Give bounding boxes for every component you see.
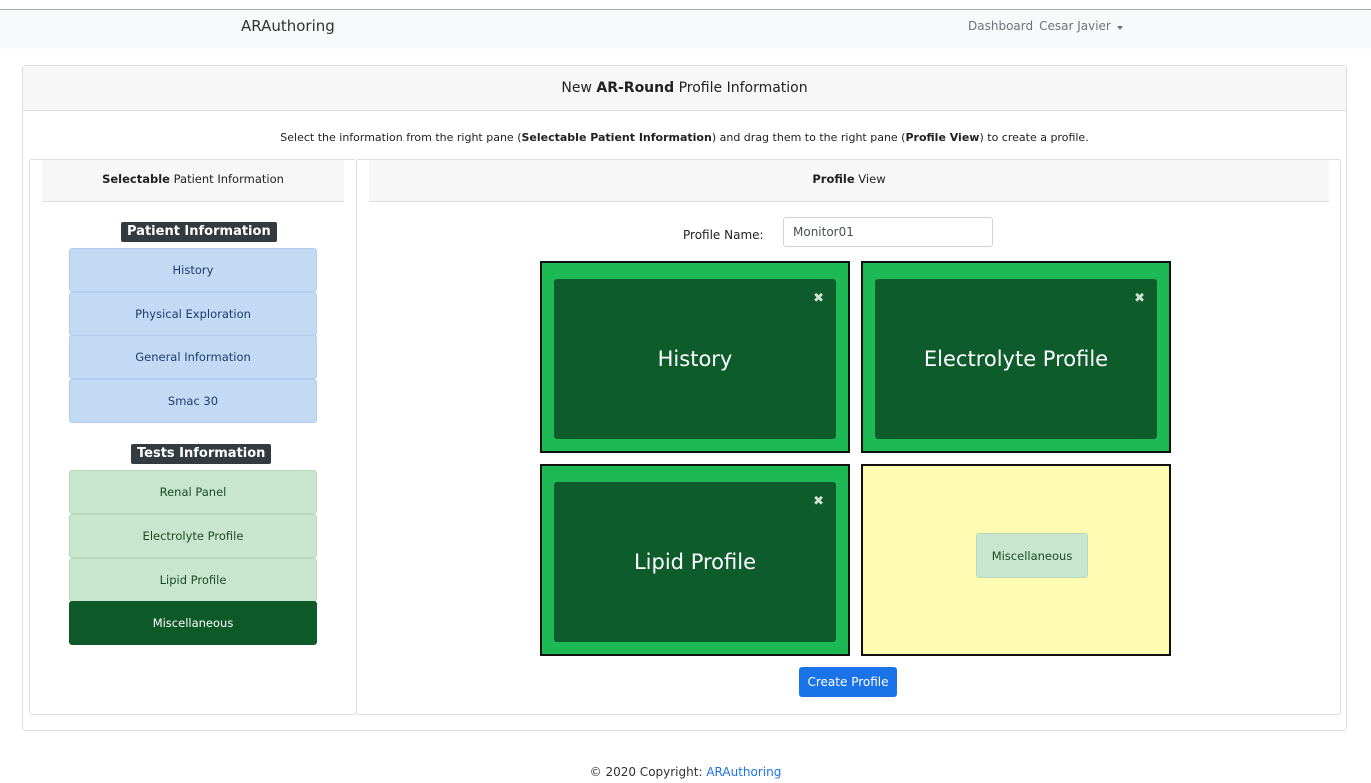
header-bold: Profile — [812, 172, 855, 186]
profile-name-input[interactable] — [783, 217, 993, 247]
profile-view-pane: Profile View Profile Name: ✖ History ✖ E… — [356, 159, 1341, 715]
header-bold: Selectable — [102, 172, 170, 186]
item-lipid-profile[interactable]: Lipid Profile — [69, 558, 317, 602]
item-history[interactable]: History — [69, 248, 317, 292]
footer: © 2020 Copyright: ARAuthoring — [0, 765, 1371, 779]
footer-link[interactable]: ARAuthoring — [706, 765, 781, 779]
selectable-header: Selectable Patient Information — [42, 160, 344, 202]
tests-info-label: Tests Information — [131, 444, 272, 464]
item-miscellaneous[interactable]: Miscellaneous — [69, 601, 317, 645]
user-menu[interactable]: Cesar Javier — [1039, 19, 1123, 33]
profile-slot-4[interactable]: Miscellaneous — [861, 464, 1171, 656]
profile-slot-1[interactable]: ✖ History — [540, 261, 850, 453]
chevron-down-icon — [1116, 26, 1123, 30]
page-title: New AR-Round Profile Information — [23, 66, 1346, 111]
widget-history[interactable]: ✖ History — [554, 279, 836, 439]
instruction-text: Select the information from the right pa… — [23, 131, 1346, 144]
instr-part: ) to create a profile. — [979, 131, 1089, 144]
profile-view-header: Profile View — [369, 160, 1329, 202]
patient-info-label: Patient Information — [121, 222, 277, 242]
profile-slot-2[interactable]: ✖ Electrolyte Profile — [861, 261, 1171, 453]
widget-title: Electrolyte Profile — [923, 347, 1109, 371]
item-smac-30[interactable]: Smac 30 — [69, 379, 317, 423]
item-electrolyte-profile[interactable]: Electrolyte Profile — [69, 514, 317, 558]
instr-part: ) and drag them to the right pane ( — [711, 131, 906, 144]
title-suffix: Profile Information — [674, 80, 808, 96]
widget-electrolyte-profile[interactable]: ✖ Electrolyte Profile — [875, 279, 1157, 439]
item-physical-exploration[interactable]: Physical Exploration — [69, 292, 317, 336]
top-navbar: ARAuthoring Dashboard Cesar Javier — [0, 9, 1371, 47]
instr-part: Select the information from the right pa… — [280, 131, 522, 144]
selectable-pane: Selectable Patient Information Patient I… — [29, 159, 357, 715]
nav-right: Dashboard Cesar Javier — [968, 19, 1129, 33]
item-renal-panel[interactable]: Renal Panel — [69, 470, 317, 514]
create-profile-button[interactable]: Create Profile — [799, 667, 897, 697]
title-bold: AR-Round — [596, 80, 675, 96]
widget-lipid-profile[interactable]: ✖ Lipid Profile — [554, 482, 836, 642]
header-rest: View — [854, 172, 886, 186]
title-prefix: New — [561, 80, 597, 96]
user-name: Cesar Javier — [1039, 19, 1111, 33]
instr-bold: Profile View — [905, 131, 980, 144]
header-rest: Patient Information — [169, 172, 284, 186]
profile-card: New AR-Round Profile Information Select … — [22, 65, 1347, 731]
brand-logo[interactable]: ARAuthoring — [241, 17, 335, 35]
profile-slot-3[interactable]: ✖ Lipid Profile — [540, 464, 850, 656]
instr-bold: Selectable Patient Information — [521, 131, 712, 144]
dashboard-link[interactable]: Dashboard — [968, 19, 1033, 33]
footer-text: © 2020 Copyright: — [589, 765, 707, 779]
widget-title: Lipid Profile — [633, 550, 756, 574]
item-general-information[interactable]: General Information — [69, 335, 317, 379]
widget-title: History — [657, 347, 733, 371]
dropped-miscellaneous-chip[interactable]: Miscellaneous — [976, 533, 1088, 578]
profile-name-label: Profile Name: — [683, 228, 764, 242]
